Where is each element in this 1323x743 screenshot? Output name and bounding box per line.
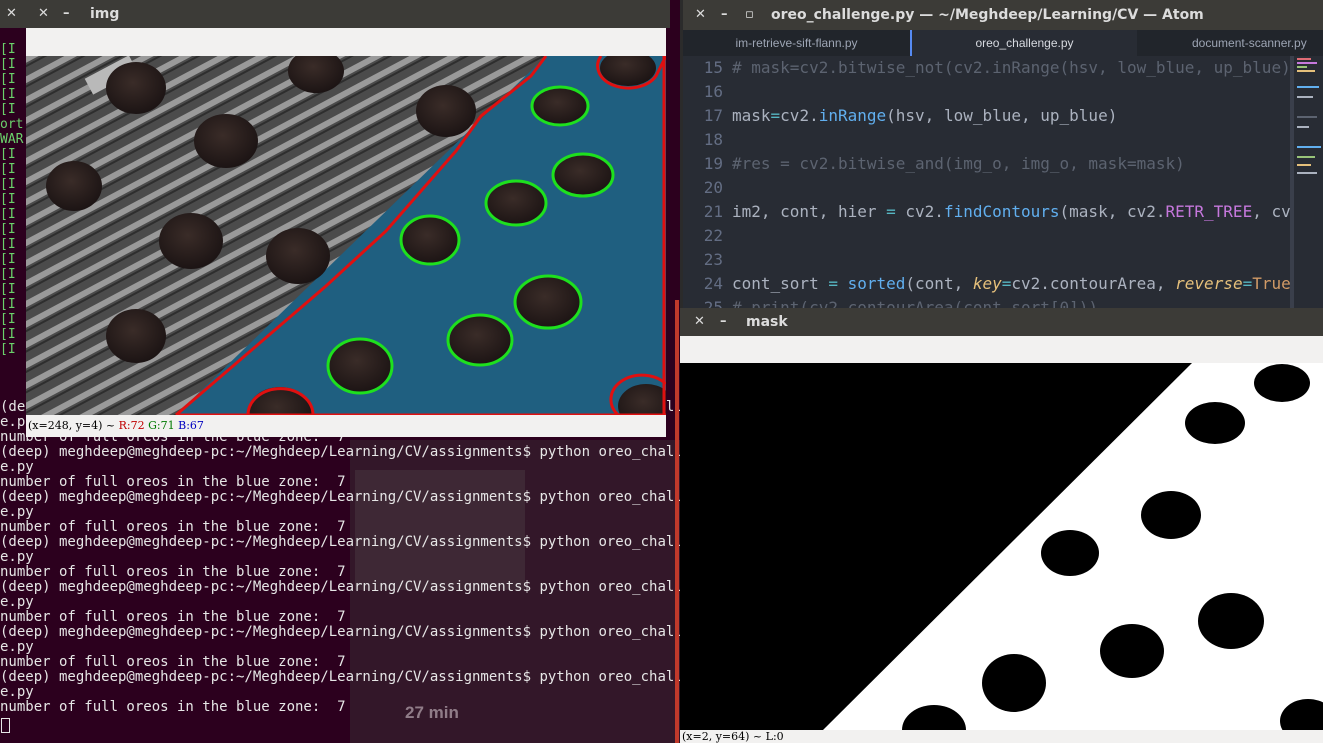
window-edge-highlight	[675, 300, 679, 743]
code-line: 20	[703, 178, 723, 197]
minimize-icon[interactable]: –	[721, 7, 728, 22]
terminal-line: number of full oreos in the blue zone: 7	[0, 520, 346, 535]
tab-bar: im-retrieve-sift-flann.py oreo_challenge…	[683, 30, 1323, 56]
img-toolbar	[26, 28, 666, 57]
code-line: 23	[703, 250, 723, 269]
cursor-coords: (x=248, y=4) ~	[28, 419, 116, 432]
terminal-line: (deep) meghdeep@meghdeep-pc:~/Meghdeep/L…	[0, 580, 680, 595]
code-line: 17 mask=cv2.inRange(hsv, low_blue, up_blu…	[703, 106, 1118, 125]
tab-document-scanner[interactable]: document-scanner.py	[1139, 30, 1323, 56]
mask-image-canvas[interactable]	[680, 363, 1323, 730]
code-line: 18	[703, 130, 723, 149]
terminal-line: e.py	[0, 550, 34, 565]
maximize-icon[interactable]: ▫	[745, 7, 754, 22]
terminal-line: (deep) meghdeep@meghdeep-pc:~/Meghdeep/L…	[0, 670, 680, 685]
code-line: 21 im2, cont, hier = cv2.findContours(mas…	[703, 202, 1290, 221]
close-icon[interactable]: ✕	[695, 7, 706, 22]
img-status-bar: (x=248, y=4) ~ R:72 G:71 B:67	[26, 415, 666, 437]
terminal-line: number of full oreos in the blue zone: 7	[0, 655, 346, 670]
minimap[interactable]	[1295, 56, 1323, 310]
terminal-line: (deep) meghdeep@meghdeep-pc:~/Meghdeep/L…	[0, 445, 680, 460]
terminal-line: e.py	[0, 595, 34, 610]
terminal-output: (deep) meghdeep@meghdeep-pc:~/Meghdeep/L…	[0, 400, 680, 715]
close-icon[interactable]: ✕	[38, 6, 49, 21]
code-line: 22	[703, 226, 723, 245]
close-icon[interactable]: ✕	[6, 6, 17, 21]
terminal-line: number of full oreos in the blue zone: 7	[0, 475, 346, 490]
img-window-titlebar[interactable]: ✕ ✕ – img	[0, 0, 670, 28]
blue-value: B:67	[178, 419, 204, 432]
code-editor[interactable]: 15 # mask=cv2.bitwise_not(cv2.inRange(hsv…	[683, 56, 1290, 310]
terminal-cursor	[1, 718, 10, 733]
minimize-icon[interactable]: –	[720, 314, 727, 329]
code-line: 15 # mask=cv2.bitwise_not(cv2.inRange(hsv…	[703, 58, 1290, 77]
code-line: 24 cont_sort = sorted(cont, key=cv2.conto…	[703, 274, 1290, 293]
terminal-line: e.py	[0, 505, 34, 520]
minimize-icon[interactable]: –	[63, 6, 70, 21]
close-icon[interactable]: ✕	[694, 314, 705, 329]
terminal-line: (deep) meghdeep@meghdeep-pc:~/Meghdeep/L…	[0, 490, 680, 505]
mask-toolbar	[680, 336, 1323, 364]
tab-im-retrieve[interactable]: im-retrieve-sift-flann.py	[683, 30, 910, 56]
mask-window-titlebar[interactable]: ✕ – mask	[680, 308, 1323, 336]
atom-titlebar[interactable]: ✕ – ▫ oreo_challenge.py — ~/Meghdeep/Lea…	[683, 0, 1323, 30]
red-value: R:72	[118, 419, 145, 432]
atom-editor-window[interactable]: ✕ – ▫ oreo_challenge.py — ~/Meghdeep/Lea…	[683, 0, 1323, 310]
terminal-line: e.py	[0, 460, 34, 475]
tab-oreo-challenge[interactable]: oreo_challenge.py	[912, 30, 1137, 56]
cursor-coords: (x=2, y=64) ~	[682, 730, 763, 743]
active-tab-indicator	[910, 30, 912, 56]
terminal-line: (deep) meghdeep@meghdeep-pc:~/Meghdeep/L…	[0, 625, 680, 640]
terminal-line: e.py	[0, 685, 34, 700]
oreo-image-canvas[interactable]	[26, 56, 666, 415]
code-line: 19 #res = cv2.bitwise_and(img_o, img_o, m…	[703, 154, 1185, 173]
window-title: oreo_challenge.py — ~/Meghdeep/Learning/…	[771, 7, 1204, 23]
img-window[interactable]: ✕ ✕ – img (x=248, y=4) ~ R:72 G:71 B:67	[0, 0, 670, 438]
terminal-line: number of full oreos in the blue zone: 7	[0, 700, 346, 715]
mask-status-bar: (x=2, y=64) ~ L:0	[680, 730, 1323, 743]
terminal-line: number of full oreos in the blue zone: 7	[0, 610, 346, 625]
green-value: G:71	[148, 419, 175, 432]
scrollbar[interactable]	[1290, 56, 1294, 310]
window-title: img	[90, 6, 120, 22]
terminal-line: number of full oreos in the blue zone: 7	[0, 565, 346, 580]
mask-window[interactable]: ✕ – mask (x=2, y=64) ~ L:0	[680, 308, 1323, 743]
luminance-value: L:0	[765, 730, 784, 743]
terminal-line: (deep) meghdeep@meghdeep-pc:~/Meghdeep/L…	[0, 535, 680, 550]
window-title: mask	[746, 314, 788, 330]
code-line: 16	[703, 82, 723, 101]
terminal-line: e.py	[0, 640, 34, 655]
